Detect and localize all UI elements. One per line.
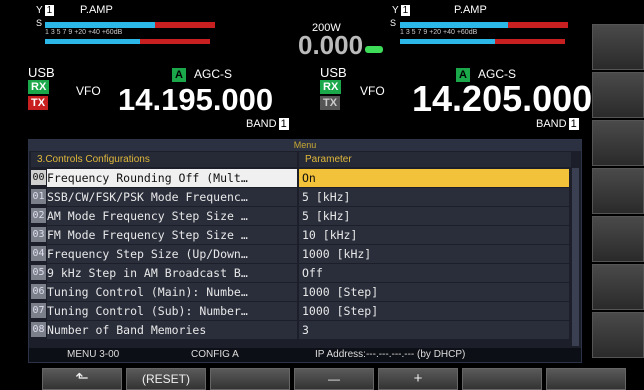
function-key-bar: ⬑ (RESET) — + (0, 366, 644, 390)
right-antenna-indicator: Y1 (392, 5, 411, 16)
side-key-1[interactable] (592, 24, 644, 70)
side-key-3[interactable] (592, 120, 644, 166)
right-mode[interactable]: USB (320, 65, 347, 80)
right-meter-scale: 1 3 5 7 9 +20 +40 +60dB (400, 29, 478, 36)
row-number: 04 (31, 246, 46, 261)
left-tx-indicator: TX (28, 96, 49, 110)
status-bar: MENU 3-00 CONFIG A IP Address:---.---.--… (29, 348, 581, 362)
f7-button[interactable] (546, 368, 626, 390)
f6-button[interactable] (462, 368, 542, 390)
row-number: 00 (31, 170, 46, 185)
right-tx-indicator: TX (320, 96, 341, 110)
row-value[interactable]: 1000 [kHz] (299, 245, 569, 263)
center-value: 0.000 (298, 30, 364, 60)
right-s-meter: 1 3 5 7 9 +20 +40 +60dB (400, 22, 586, 46)
row-number: 05 (31, 265, 46, 280)
plus-button[interactable]: + (378, 368, 458, 390)
side-key-2[interactable] (592, 72, 644, 118)
side-key-5[interactable] (592, 216, 644, 262)
menu-row[interactable]: 03 FM Mode Frequency Step Size … 10 [kHz… (31, 226, 571, 244)
left-meter-scale: 1 3 5 7 9 +20 +40 +60dB (45, 29, 123, 36)
left-agc: AGC-S (194, 67, 233, 81)
section-header: 3.Controls Configurations (31, 152, 297, 167)
menu-scrollbar[interactable] (572, 168, 579, 346)
row-name: Number of Band Memories (47, 321, 297, 339)
row-name: Tuning Control (Main): Numbe… (47, 283, 297, 301)
left-s-meter: 1 3 5 7 9 +20 +40 +60dB (45, 22, 235, 46)
side-key-7[interactable] (592, 312, 644, 358)
menu-row[interactable]: 07 Tuning Control (Sub): Number… 1000 [S… (31, 302, 571, 320)
status-ip: IP Address:---.---.---.--- (by DHCP) (315, 349, 466, 360)
left-a-badge: A (172, 68, 186, 82)
row-number: 06 (31, 284, 46, 299)
menu-row[interactable]: 04 Frequency Step Size (Up/Down… 1000 [k… (31, 245, 571, 263)
left-mode[interactable]: USB (28, 65, 55, 80)
row-value[interactable]: 3 (299, 321, 569, 339)
row-number: 03 (31, 227, 46, 242)
menu-row[interactable]: 05 9 kHz Step in AM Broadcast B… Off (31, 264, 571, 282)
menu-row[interactable]: 00 Frequency Rounding Off (Mult… On (31, 169, 571, 187)
row-value[interactable]: 5 [kHz] (299, 188, 569, 206)
row-name: AM Mode Frequency Step Size … (47, 207, 297, 225)
right-band: BAND 1 (536, 118, 579, 130)
status-config: CONFIG A (191, 349, 239, 360)
left-rx-indicator: RX (28, 80, 50, 94)
row-value[interactable]: 1000 [Step] (299, 302, 569, 320)
menu-row[interactable]: 02 AM Mode Frequency Step Size … 5 [kHz] (31, 207, 571, 225)
menu-row[interactable]: 08 Number of Band Memories 3 (31, 321, 571, 339)
split-arrow-icon (365, 46, 383, 53)
row-name: Frequency Rounding Off (Mult… (47, 169, 297, 187)
row-name: Frequency Step Size (Up/Down… (47, 245, 297, 263)
row-value[interactable]: 1000 [Step] (299, 283, 569, 301)
parameter-header: Parameter (299, 152, 571, 167)
back-button[interactable]: ⬑ (42, 368, 122, 390)
menu-row[interactable]: 01 SSB/CW/FSK/PSK Mode Frequenc… 5 [kHz] (31, 188, 571, 206)
row-value[interactable]: 5 [kHz] (299, 207, 569, 225)
row-number: 01 (31, 189, 46, 204)
row-value[interactable]: Off (299, 264, 569, 282)
row-name: SSB/CW/FSK/PSK Mode Frequenc… (47, 188, 297, 206)
menu-title: Menu (29, 140, 581, 151)
s-meter-label: S (36, 18, 43, 28)
row-value[interactable]: On (299, 169, 569, 187)
status-menu: MENU 3-00 (67, 349, 120, 360)
row-number: 07 (31, 303, 46, 318)
display-screen: Y1 P.AMP S 1 3 5 7 9 +20 +40 +60dB USB R… (0, 0, 592, 366)
menu-panel: Menu 3.Controls Configurations Parameter… (28, 139, 582, 363)
f3-button[interactable] (210, 368, 290, 390)
menu-row[interactable]: 06 Tuning Control (Main): Numbe… 1000 [S… (31, 283, 571, 301)
row-number: 08 (31, 322, 46, 337)
left-vfo-label: VFO (76, 84, 101, 98)
right-s-meter-label: S (390, 18, 397, 28)
antenna-indicator: Y1 (36, 5, 55, 16)
side-key-6[interactable] (592, 264, 644, 310)
right-preamp-label: P.AMP (454, 4, 487, 16)
minus-button[interactable]: — (294, 368, 374, 390)
reset-button[interactable]: (RESET) (126, 368, 206, 390)
left-band: BAND 1 (246, 118, 289, 130)
row-name: Tuning Control (Sub): Number… (47, 302, 297, 320)
row-name: 9 kHz Step in AM Broadcast B… (47, 264, 297, 282)
row-name: FM Mode Frequency Step Size … (47, 226, 297, 244)
side-key-4[interactable] (592, 168, 644, 214)
right-frequency[interactable]: 14.205.000 (412, 78, 592, 120)
left-frequency[interactable]: 14.195.000 (118, 82, 273, 118)
row-number: 02 (31, 208, 46, 223)
side-keys (592, 0, 644, 366)
right-vfo-label: VFO (360, 84, 385, 98)
row-value[interactable]: 10 [kHz] (299, 226, 569, 244)
left-preamp-label: P.AMP (80, 4, 113, 16)
right-rx-indicator: RX (320, 80, 342, 94)
